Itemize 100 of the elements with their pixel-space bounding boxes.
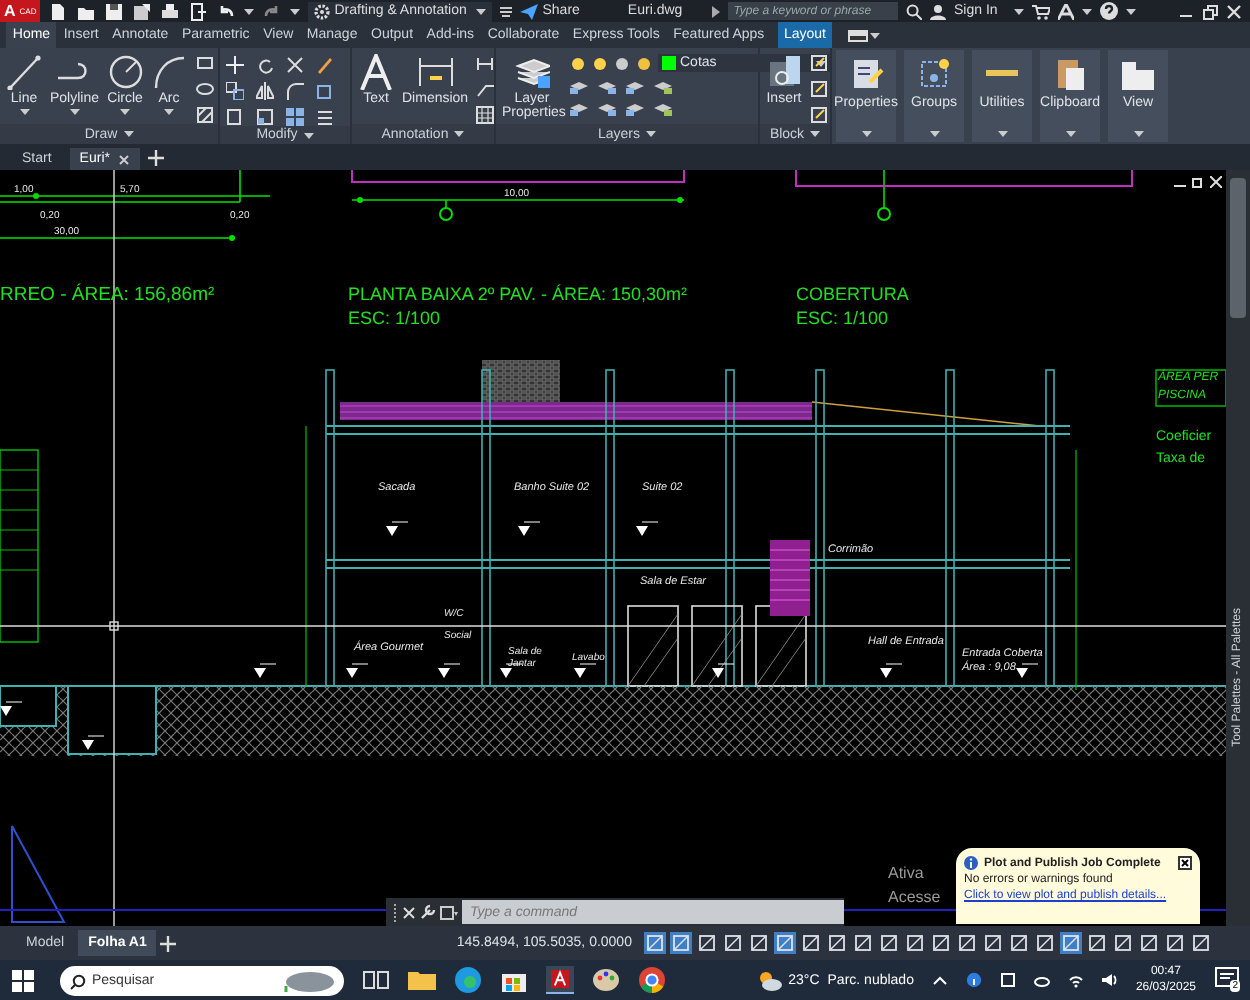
block-attribute-icon[interactable] xyxy=(810,80,828,98)
scale-label: ESC: 1/100 xyxy=(796,308,889,328)
prompt-icon[interactable] xyxy=(440,905,458,919)
caret-icon[interactable] xyxy=(646,130,656,138)
triangle-shape xyxy=(11,825,66,923)
scale-icon[interactable] xyxy=(256,108,274,126)
folder-icon[interactable] xyxy=(408,966,436,994)
caret-icon[interactable] xyxy=(870,31,881,39)
trim-icon[interactable] xyxy=(286,56,304,74)
task-view-icon[interactable] xyxy=(362,966,390,994)
layer-tool-icon[interactable] xyxy=(654,78,672,94)
palette-icon[interactable] xyxy=(592,966,620,994)
chevron-up-icon[interactable] xyxy=(931,972,948,988)
add-layout-icon[interactable] xyxy=(160,935,177,951)
help-icon[interactable] xyxy=(1099,2,1118,20)
move-icon[interactable] xyxy=(226,56,244,74)
copy-icon[interactable] xyxy=(226,82,244,100)
properties-icon xyxy=(848,56,884,92)
plan-title: PLANTA BAIXA 2º PAV. - ÁREA: 150,30m² xyxy=(348,284,688,304)
rectangle-icon[interactable] xyxy=(195,54,214,72)
caret-icon[interactable] xyxy=(19,108,29,116)
caret-icon[interactable] xyxy=(290,7,301,15)
layer-tool-icon[interactable] xyxy=(598,78,616,94)
caret-icon[interactable] xyxy=(810,130,821,138)
layer-tool-icon[interactable] xyxy=(626,100,644,116)
info-icon[interactable] xyxy=(965,972,982,988)
group-icon xyxy=(916,56,952,92)
ellipse-icon[interactable] xyxy=(195,80,214,98)
layer-tool-icon[interactable] xyxy=(654,100,672,116)
offset-icon[interactable] xyxy=(316,108,334,126)
activation-watermark: Acesse xyxy=(888,888,941,906)
search-icon[interactable] xyxy=(905,3,922,19)
activation-watermark: Ativa xyxy=(888,864,924,882)
layer-tool-icon[interactable] xyxy=(598,100,616,116)
grip-icon xyxy=(392,903,398,921)
linear-dimension-icon[interactable] xyxy=(476,54,495,72)
caret-icon[interactable] xyxy=(861,130,871,138)
wrench-icon[interactable] xyxy=(420,904,436,920)
table-icon[interactable] xyxy=(476,106,495,124)
app-logo[interactable]: A xyxy=(0,0,20,22)
cart-icon[interactable] xyxy=(1031,3,1050,19)
pencil-icon[interactable] xyxy=(316,56,334,74)
caret-icon[interactable] xyxy=(1013,7,1024,15)
close-icon[interactable] xyxy=(1178,856,1192,870)
speaker-icon[interactable] xyxy=(1101,972,1118,988)
view-icon xyxy=(1120,56,1156,92)
caret-icon[interactable] xyxy=(244,7,255,15)
caret-icon[interactable] xyxy=(69,108,80,116)
layer-tool-icon[interactable] xyxy=(626,78,644,94)
caret-icon[interactable] xyxy=(816,59,826,67)
caret-icon[interactable] xyxy=(123,130,134,138)
fillet-icon[interactable] xyxy=(286,82,304,100)
stretch-icon[interactable] xyxy=(226,108,244,126)
layer-tool-icon[interactable] xyxy=(570,100,588,116)
restore-icon[interactable] xyxy=(1192,176,1204,188)
caret-icon[interactable] xyxy=(1065,130,1075,138)
add-tab-icon[interactable] xyxy=(147,150,164,166)
notification-icon[interactable] xyxy=(1214,966,1240,990)
arc-icon xyxy=(151,54,188,90)
cad-app-icon[interactable] xyxy=(546,966,574,994)
export-icon[interactable] xyxy=(188,1,209,21)
user-icon[interactable] xyxy=(929,3,946,19)
caret-icon[interactable] xyxy=(1125,7,1136,15)
letter-a-icon[interactable] xyxy=(1057,3,1074,19)
block-edit-icon[interactable] xyxy=(810,54,828,72)
windows-logo-icon[interactable] xyxy=(12,969,34,991)
caret-icon[interactable] xyxy=(1081,7,1092,15)
caret-icon[interactable] xyxy=(997,130,1007,138)
redo-icon[interactable] xyxy=(262,1,283,21)
info-icon xyxy=(964,856,978,870)
wifi-icon[interactable] xyxy=(1067,972,1084,988)
list-icon[interactable] xyxy=(500,3,513,19)
save-as-icon[interactable] xyxy=(132,1,153,21)
mirror-icon[interactable] xyxy=(256,82,274,100)
block-define-icon[interactable] xyxy=(810,106,828,124)
chrome-icon[interactable] xyxy=(638,966,666,994)
plan-title: COBERTURA xyxy=(796,284,909,304)
caret-icon[interactable] xyxy=(476,7,487,15)
arrow-icon xyxy=(711,5,720,17)
browser-icon[interactable] xyxy=(454,966,482,994)
caret-icon[interactable] xyxy=(454,130,465,138)
array-icon[interactable] xyxy=(286,108,304,126)
leader-icon[interactable] xyxy=(476,80,495,98)
circle-icon xyxy=(107,54,144,90)
dimension-icon xyxy=(417,54,454,90)
caret-icon[interactable] xyxy=(164,108,175,116)
cube-icon[interactable] xyxy=(316,82,334,100)
save-icon[interactable] xyxy=(104,1,125,21)
caret-icon[interactable] xyxy=(929,130,939,138)
palette-scroll-handle[interactable] xyxy=(1230,178,1246,318)
undo-icon[interactable] xyxy=(216,1,237,21)
rotate-icon[interactable] xyxy=(256,56,274,74)
caret-icon[interactable] xyxy=(120,108,131,116)
search-icon xyxy=(70,973,86,989)
caret-icon[interactable] xyxy=(1133,130,1143,138)
restore-icon[interactable] xyxy=(1202,3,1218,19)
layer-tool-icon[interactable] xyxy=(570,78,588,94)
hatch-icon[interactable] xyxy=(195,106,214,124)
caret-icon[interactable] xyxy=(303,131,314,139)
panel-toggle-icon[interactable] xyxy=(848,29,869,41)
